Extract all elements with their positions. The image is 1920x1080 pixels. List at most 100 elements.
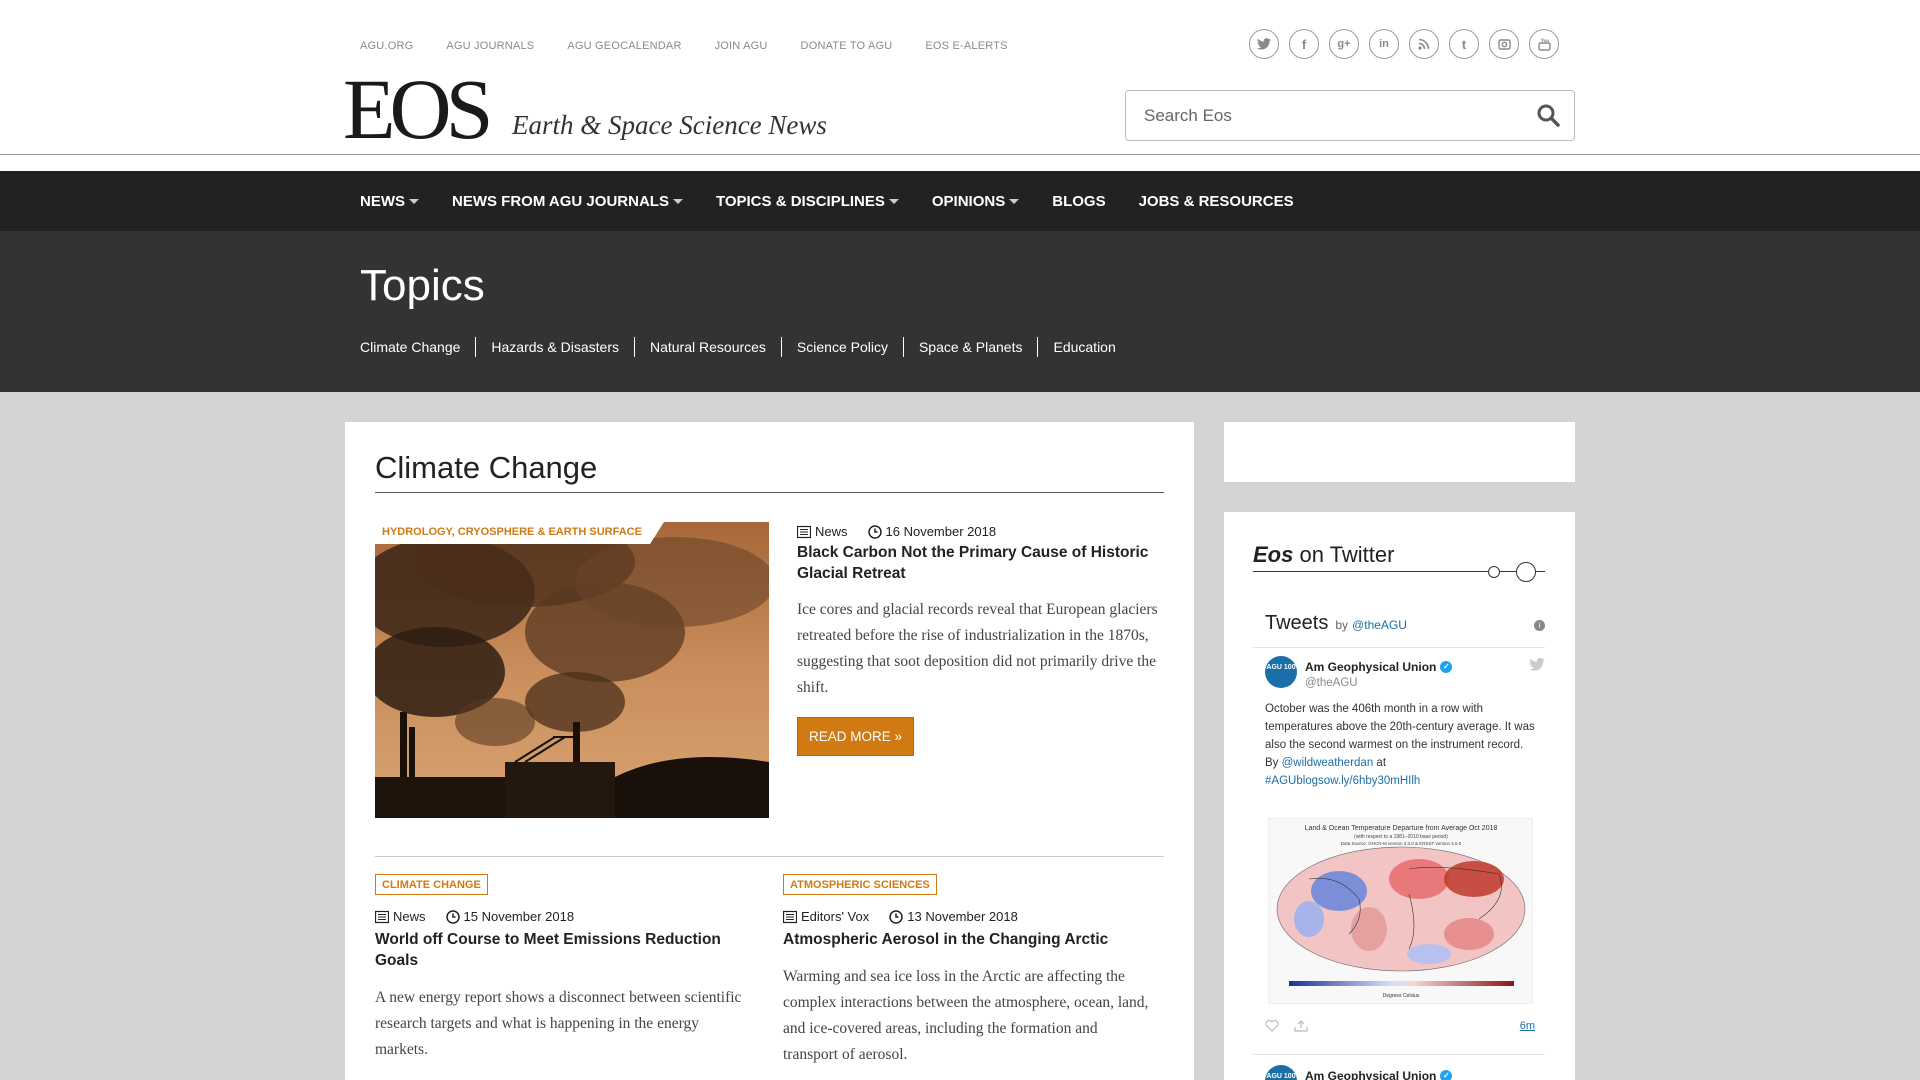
article-date: 15 November 2018 [463,909,575,924]
tweet-image[interactable]: Land & Ocean Temperature Departure from … [1268,818,1533,1004]
util-link-e-alerts[interactable]: EOS E-ALERTS [925,40,1007,52]
heart-icon[interactable] [1265,1019,1282,1035]
article-date: 13 November 2018 [907,909,1018,924]
nav-jobs-resources[interactable]: JOBS & RESOURCES [1139,193,1294,210]
article-meta: Editors' Vox 13 November 2018 [783,909,1153,924]
featured-excerpt: Ice cores and glacial records reveal tha… [797,601,1158,696]
main-nav: NEWS NEWS FROM AGU JOURNALS TOPICS & DIS… [0,171,1920,231]
topic-link-hazards-disasters[interactable]: Hazards & Disasters [475,337,634,357]
main-card: Climate Change HYDROLOGY, CRYOSPHERE & E… [345,422,1194,1080]
site-tagline: Earth & Space Science News [512,110,827,140]
chevron-down-icon [888,198,899,204]
tweet-handle[interactable]: @theAGU [1305,677,1358,689]
twitter-bird-icon [1529,657,1545,674]
tweet-timestamp[interactable]: 6m [1520,1020,1535,1032]
eos-logo[interactable]: EOS [343,66,493,152]
featured-tag[interactable]: HYDROLOGY, CRYOSPHERE & EARTH SURFACE [375,522,664,544]
tweets-handle-link[interactable]: @theAGU [1352,618,1407,632]
map-axis-label: Degrees Celsius [1383,993,1420,999]
google-plus-icon[interactable]: g+ [1329,29,1359,59]
topic-link-space-planets[interactable]: Space & Planets [902,337,1038,357]
clock-icon [867,524,882,539]
search-input[interactable] [1126,105,1506,126]
twitter-widget: Eos on Twitter Tweets by @theAGU i AGU 1… [1224,512,1575,1080]
article-tag[interactable]: CLIMATE CHANGE [375,874,488,895]
youtube-icon[interactable]: You [1529,29,1559,59]
tumblr-icon[interactable]: t [1449,29,1479,59]
decorative-circle-icon [1488,566,1500,578]
read-more-button[interactable]: READ MORE » [797,717,915,756]
article-type: Editors' Vox [801,909,870,924]
util-link-agu-journals[interactable]: AGU JOURNALS [446,40,534,52]
topics-band: Topics Climate Change Hazards & Disaster… [0,231,1920,392]
header-divider [0,154,1920,155]
tweets-header: Tweets by @theAGU i [1265,612,1545,635]
instagram-icon[interactable] [1489,29,1519,59]
section-title: Climate Change [375,450,598,485]
map-source: Data Source: GHCN-M version 3.3.0 & ERSS… [1341,841,1462,846]
util-link-donate[interactable]: DONATE TO AGU [801,40,893,52]
article-title[interactable]: World off Course to Meet Emissions Reduc… [375,929,745,971]
tweet-actions: 6m [1265,1019,1535,1035]
tweets-title: Tweets [1265,612,1329,634]
share-icon[interactable] [1294,1020,1308,1035]
nav-news[interactable]: NEWS [360,193,419,210]
tweet-divider [1253,1054,1545,1055]
tweet-mention-link[interactable]: @wildweatherdan [1282,757,1374,769]
article-title[interactable]: Atmospheric Aerosol in the Changing Arct… [783,929,1153,950]
facebook-icon[interactable]: f [1289,29,1319,59]
linkedin-icon[interactable]: in [1369,29,1399,59]
tweet-author[interactable]: Am Geophysical Union ✓ [1305,660,1453,674]
article-card: CLIMATE CHANGE News 15 November 2018 Wor… [375,874,745,1063]
util-link-join-agu[interactable]: JOIN AGU [715,40,768,52]
clock-icon [889,909,903,924]
featured-type: News [815,524,848,539]
search-box [1125,90,1575,141]
decorative-circle-icon [1516,562,1536,582]
nav-opinions[interactable]: OPINIONS [932,193,1020,210]
article-tag[interactable]: ATMOSPHERIC SCIENCES [783,874,937,895]
twitter-heading: Eos on Twitter [1253,542,1395,567]
social-icons: f g+ in t You [1249,29,1559,59]
rss-icon[interactable] [1409,29,1439,59]
topic-link-natural-resources[interactable]: Natural Resources [633,337,781,357]
topic-link-climate-change[interactable]: Climate Change [360,337,475,357]
article-meta: News 15 November 2018 [375,909,745,924]
tweet-divider [1253,647,1545,648]
verified-icon: ✓ [1440,1070,1453,1080]
article-card: ATMOSPHERIC SCIENCES Editors' Vox 13 Nov… [783,874,1153,1068]
chevron-down-icon [409,198,419,204]
clock-icon [445,909,460,924]
page-title: Topics [360,261,485,310]
featured-image[interactable] [375,522,769,818]
tweet-text: October was the 406th month in a row wit… [1265,703,1535,787]
article-excerpt: A new energy report shows a disconnect b… [375,989,742,1058]
topic-link-education[interactable]: Education [1037,337,1130,357]
tweet-author[interactable]: Am Geophysical Union ✓ [1305,1069,1453,1080]
search-icon[interactable] [1536,103,1562,129]
info-icon[interactable]: i [1534,620,1545,631]
util-link-agu-org[interactable]: AGU.ORG [360,40,413,52]
nav-topics-disciplines[interactable]: TOPICS & DISCIPLINES [716,193,899,210]
svg-text:You: You [1540,38,1549,43]
util-link-geocalendar[interactable]: AGU GEOCALENDAR [567,40,681,52]
newspaper-icon [797,525,811,538]
featured-date: 16 November 2018 [885,524,997,539]
utility-bar: AGU.ORG AGU JOURNALS AGU GEOCALENDAR JOI… [360,30,1041,62]
nav-news-from-agu-journals[interactable]: NEWS FROM AGU JOURNALS [452,193,683,210]
article-divider [375,856,1164,857]
nav-blogs[interactable]: BLOGS [1052,193,1105,210]
chevron-down-icon [672,198,683,204]
newspaper-icon [783,910,797,923]
twitter-icon[interactable] [1249,29,1279,59]
map-title: Land & Ocean Temperature Departure from … [1305,825,1498,832]
featured-title[interactable]: Black Carbon Not the Primary Cause of Hi… [797,542,1157,584]
section-divider [375,492,1164,493]
article-type: News [393,909,426,924]
heading-rule [1253,571,1545,572]
topic-link-science-policy[interactable]: Science Policy [780,337,903,357]
tweet-hashtag-link[interactable]: #AGUblogsow.ly/6hby30mHIlh [1265,775,1420,787]
avatar[interactable]: AGU 100 [1265,1065,1297,1080]
avatar[interactable]: AGU 100 [1265,656,1297,688]
sidebar-ad-slot [1224,422,1575,482]
